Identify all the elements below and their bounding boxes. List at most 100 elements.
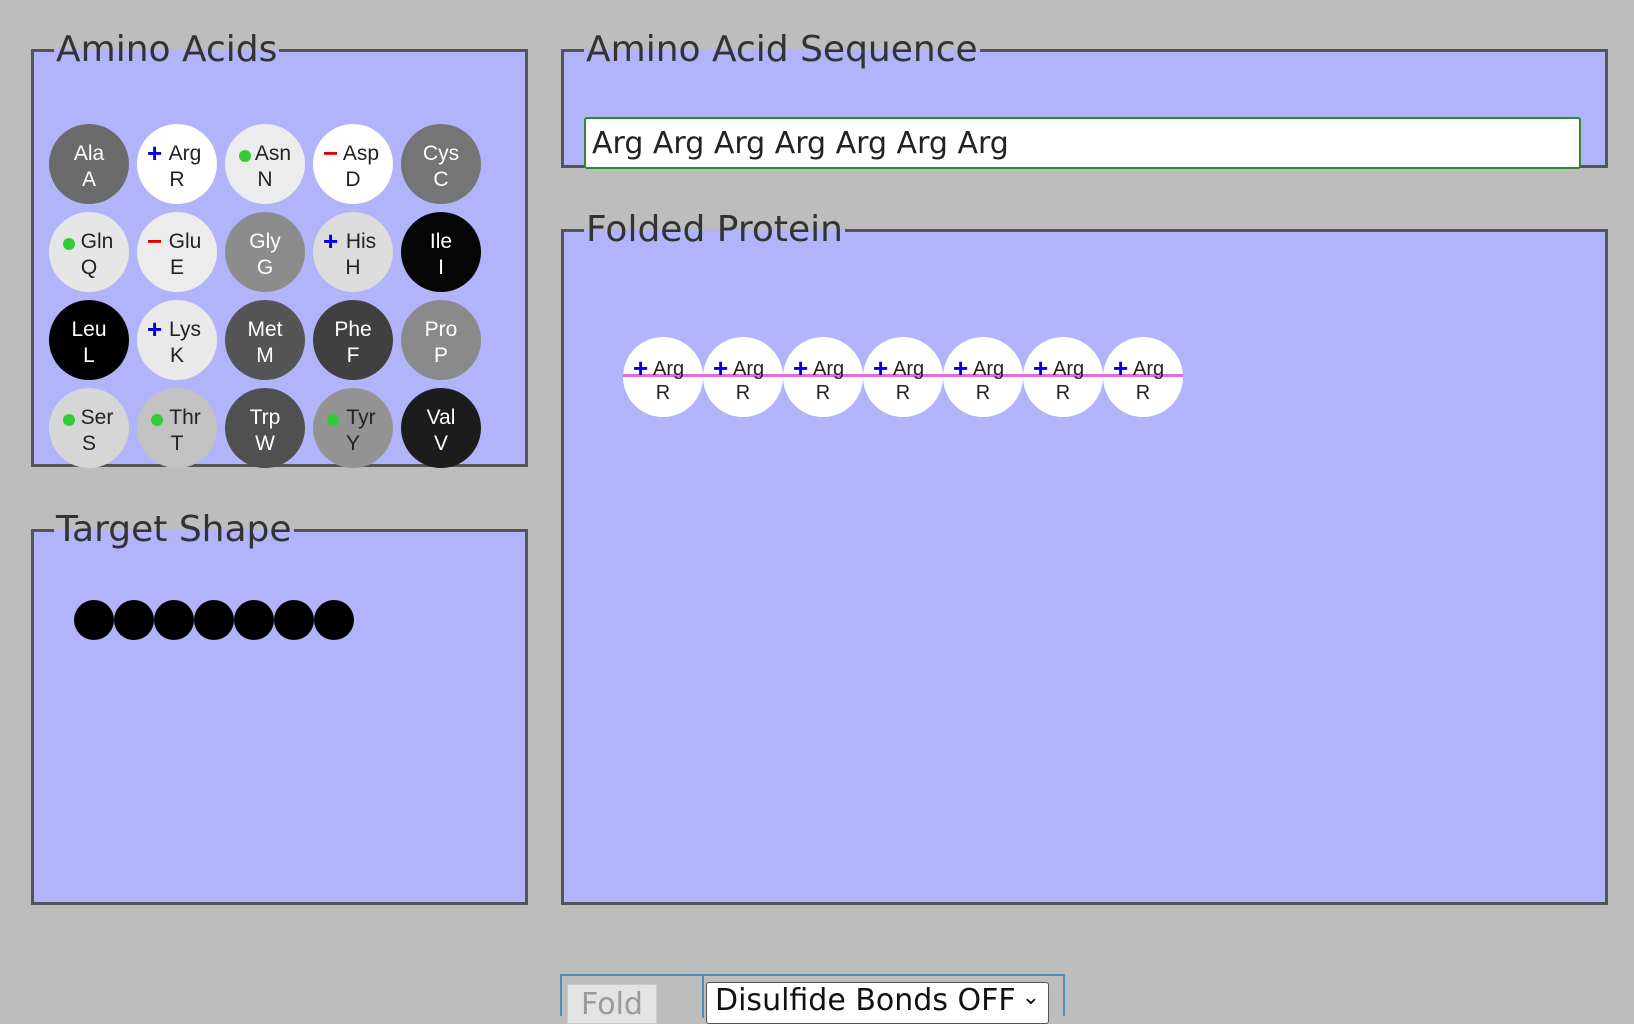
amino-acid-glu[interactable]: − Glu E: [137, 212, 217, 292]
positive-charge-icon: +: [633, 353, 649, 383]
amino-acid-thr[interactable]: Thr T: [137, 388, 217, 468]
folded-bead-arg[interactable]: + Arg R: [1023, 337, 1103, 417]
amino-acid-code: W: [255, 432, 275, 455]
target-shape-panel: Target Shape: [31, 510, 528, 905]
bead-code: R: [655, 382, 671, 404]
positive-charge-icon: +: [1033, 353, 1049, 383]
target-bead: [154, 600, 194, 640]
amino-acid-abbr: Arg: [168, 142, 202, 165]
amino-acid-abbr: Thr: [169, 406, 201, 429]
target-bead: [194, 600, 234, 640]
amino-acid-code: K: [169, 344, 184, 367]
amino-acid-code: N: [257, 168, 273, 191]
amino-acid-abbr: His: [345, 230, 377, 253]
target-shape-title: Target Shape: [56, 509, 292, 550]
disulfide-bonds-select[interactable]: Disulfide Bonds OFF ⌄: [706, 982, 1049, 1024]
amino-acid-code: F: [346, 344, 360, 367]
amino-acid-code: M: [256, 344, 274, 367]
amino-acid-abbr: Phe: [334, 318, 372, 341]
amino-acid-trp[interactable]: Trp W: [225, 388, 305, 468]
amino-acid-his[interactable]: + His H: [313, 212, 393, 292]
positive-charge-icon: +: [793, 353, 809, 383]
target-bead: [274, 600, 314, 640]
bead-code: R: [1135, 382, 1151, 404]
amino-acid-val[interactable]: Val V: [401, 388, 481, 468]
amino-acid-ala[interactable]: Ala A: [49, 124, 129, 204]
amino-acid-asn[interactable]: Asn N: [225, 124, 305, 204]
bead-abbr: Arg: [653, 358, 685, 380]
folded-bead-arg[interactable]: + Arg R: [1103, 337, 1183, 417]
amino-acid-abbr: Val: [426, 406, 456, 429]
target-bead: [74, 600, 114, 640]
amino-acid-code: Y: [345, 432, 360, 455]
amino-acid-tyr[interactable]: Tyr Y: [313, 388, 393, 468]
amino-acid-code: L: [83, 344, 95, 367]
amino-acid-gln[interactable]: Gln Q: [49, 212, 129, 292]
target-bead: [314, 600, 354, 640]
amino-acid-abbr: Asp: [342, 142, 380, 165]
amino-acid-abbr: Lys: [169, 318, 201, 341]
amino-acid-abbr: Gly: [249, 230, 281, 253]
positive-charge-icon: +: [873, 353, 889, 383]
amino-acid-abbr: Asn: [254, 142, 292, 165]
bead-code: R: [815, 382, 831, 404]
bead-abbr: Arg: [1133, 358, 1165, 380]
amino-acid-code: S: [81, 432, 96, 455]
bead-code: R: [735, 382, 751, 404]
amino-acid-leu[interactable]: Leu L: [49, 300, 129, 380]
amino-acid-pro[interactable]: Pro P: [401, 300, 481, 380]
fold-button[interactable]: Fold: [567, 984, 657, 1024]
amino-acid-abbr: Ile: [429, 230, 453, 253]
amino-acids-panel: Amino Acids Ala A + Arg R Asn N − Asp D Cys C Gln Q − G…: [31, 29, 528, 468]
amino-acid-code: T: [170, 432, 184, 455]
control-divider: [702, 976, 704, 1018]
sequence-panel: Amino Acid Sequence: [561, 29, 1608, 169]
folded-bead-arg[interactable]: + Arg R: [863, 337, 943, 417]
amino-acid-code: C: [433, 168, 449, 191]
amino-acid-abbr: Pro: [424, 318, 458, 341]
amino-acid-code: P: [433, 344, 448, 367]
folded-bead-arg[interactable]: + Arg R: [783, 337, 863, 417]
amino-acids-title: Amino Acids: [56, 29, 278, 70]
amino-acid-ser[interactable]: Ser S: [49, 388, 129, 468]
amino-acid-abbr: Gln: [80, 230, 114, 253]
amino-acid-abbr: Cys: [422, 142, 460, 165]
amino-acid-code: G: [256, 256, 274, 279]
amino-acid-abbr: Leu: [71, 318, 107, 341]
target-bead: [234, 600, 274, 640]
amino-acid-code: H: [345, 256, 361, 279]
bead-code: R: [975, 382, 991, 404]
folded-protein-title: Folded Protein: [586, 209, 843, 250]
folded-bead-arg[interactable]: + Arg R: [703, 337, 783, 417]
sequence-title: Amino Acid Sequence: [586, 29, 978, 70]
bead-code: R: [1055, 382, 1071, 404]
amino-acid-abbr: Ser: [80, 406, 114, 429]
chevron-down-icon: ⌄: [1021, 985, 1040, 1010]
bead-abbr: Arg: [1053, 358, 1085, 380]
bead-abbr: Arg: [813, 358, 845, 380]
amino-acid-code: R: [169, 168, 185, 191]
folded-bead-arg[interactable]: + Arg R: [623, 337, 703, 417]
amino-acid-code: V: [433, 432, 448, 455]
positive-charge-icon: +: [1113, 353, 1129, 383]
amino-acid-met[interactable]: Met M: [225, 300, 305, 380]
folded-protein-panel: Folded Protein + Arg R + Arg R + Arg R + Arg R + Arg R…: [561, 210, 1608, 905]
amino-acid-code: A: [81, 168, 96, 191]
amino-acid-arg[interactable]: + Arg R: [137, 124, 217, 204]
amino-acid-ile[interactable]: Ile I: [401, 212, 481, 292]
amino-acid-gly[interactable]: Gly G: [225, 212, 305, 292]
amino-acid-asp[interactable]: − Asp D: [313, 124, 393, 204]
amino-acid-cys[interactable]: Cys C: [401, 124, 481, 204]
sequence-input[interactable]: [584, 117, 1581, 169]
bead-abbr: Arg: [893, 358, 925, 380]
positive-charge-icon: +: [953, 353, 969, 383]
amino-acid-code: Q: [80, 256, 98, 279]
amino-acid-code: I: [438, 256, 444, 279]
folded-bead-arg[interactable]: + Arg R: [943, 337, 1023, 417]
amino-acid-abbr: Met: [247, 318, 283, 341]
control-bar: Fold Disulfide Bonds OFF ⌄: [560, 974, 1065, 1024]
amino-acid-lys[interactable]: + Lys K: [137, 300, 217, 380]
disulfide-selected-value: Disulfide Bonds OFF: [715, 983, 1016, 1018]
amino-acid-phe[interactable]: Phe F: [313, 300, 393, 380]
amino-acid-code: D: [345, 168, 361, 191]
